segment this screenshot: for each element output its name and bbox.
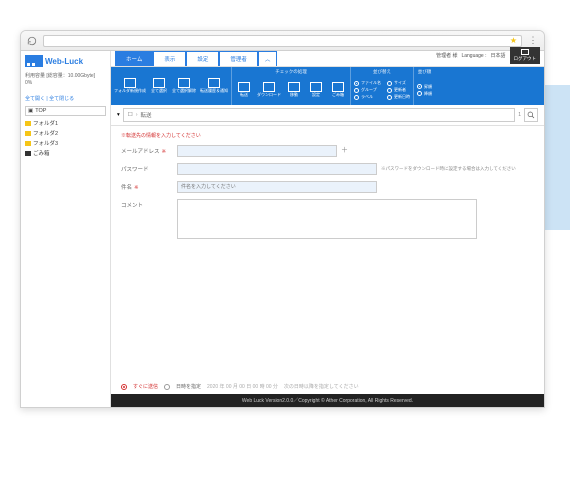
download-icon — [263, 82, 275, 92]
history-button[interactable]: 転送履歴＆通知 — [200, 78, 228, 93]
main-panel: ホーム 表示 設定 管理者 ︿ 管理者 様 Language : 日本語 ログア… — [111, 51, 544, 407]
home-icon: ☐ — [128, 112, 133, 118]
ribbon-toolbar: フォルダ新規作成 全て選択 全て選択解除 転送履歴＆通知 チェックの処理 転送 … — [111, 67, 544, 105]
select-all-button[interactable]: 全て選択 — [150, 78, 168, 93]
order-desc[interactable]: 降順 — [417, 91, 432, 97]
transfer-form: ※転送先の情報を入力してください メールアドレス※ ＋ パスワード ※パスワード… — [111, 126, 544, 379]
transfer-icon — [238, 82, 250, 92]
trash-icon — [332, 82, 344, 92]
select-all-icon — [153, 78, 165, 88]
folder-icon — [25, 121, 31, 126]
browser-window: ★ ⋮ Web-Luck 利用容量 [総容量：10.00Gbyte] 0% 全て… — [20, 30, 545, 408]
top-bar: ホーム 表示 設定 管理者 ︿ 管理者 様 Language : 日本語 ログア… — [111, 51, 544, 67]
sort-updater[interactable]: 更新者 — [387, 87, 410, 93]
config-button[interactable]: 設定 — [307, 82, 325, 97]
send-now-radio[interactable] — [121, 384, 127, 390]
logout-button[interactable]: ログアウト — [510, 47, 541, 64]
order-asc[interactable]: 昇順 — [417, 84, 432, 90]
logo: Web-Luck — [25, 55, 106, 67]
deselect-all-button[interactable]: 全て選択解除 — [172, 78, 196, 93]
user-label: 管理者 様 — [436, 52, 457, 59]
comment-textarea[interactable] — [177, 199, 477, 239]
password-input[interactable] — [177, 163, 377, 175]
tab-home[interactable]: ホーム — [115, 51, 153, 66]
move-icon — [288, 82, 300, 92]
tree-root[interactable]: ▣ TOP — [25, 106, 106, 116]
logout-icon — [521, 49, 529, 55]
sort-size[interactable]: サイズ — [387, 80, 410, 86]
logo-icon — [25, 55, 43, 67]
folder-plus-icon — [124, 78, 136, 88]
add-email-button[interactable]: ＋ — [341, 145, 348, 155]
tab-settings[interactable]: 設定 — [186, 51, 219, 66]
bookmark-star-icon[interactable]: ★ — [510, 36, 517, 45]
schedule-row: すぐに送信 日時を指定 2020 年 00 月 00 日 00 時 00 分 次… — [111, 379, 544, 394]
page-indicator: 1 — [518, 112, 521, 118]
email-input[interactable] — [177, 145, 337, 157]
history-icon — [208, 78, 220, 88]
schedule-note: 次の日時以降を指定してください — [284, 383, 359, 390]
new-folder-button[interactable]: フォルダ新規作成 — [114, 78, 146, 93]
tab-collapse[interactable]: ︿ — [258, 51, 278, 66]
form-note: ※転送先の情報を入力してください — [121, 132, 534, 139]
language-label: Language : — [461, 53, 486, 59]
storage-status: 利用容量 [総容量：10.00Gbyte] 0% — [25, 73, 106, 87]
sort-filename[interactable]: ファイル名 — [354, 80, 381, 86]
language-value[interactable]: 日本語 — [490, 52, 505, 59]
folder-icon — [25, 131, 31, 136]
sort-updated[interactable]: 更新日時 — [387, 94, 410, 100]
main-tabs: ホーム 表示 設定 管理者 ︿ — [115, 51, 277, 66]
download-button[interactable]: ダウンロード — [257, 82, 281, 97]
gear-icon — [310, 82, 322, 92]
deselect-icon — [178, 78, 190, 88]
search-button[interactable] — [524, 108, 538, 122]
sort-group[interactable]: グループ — [354, 87, 381, 93]
url-input[interactable]: ★ — [43, 35, 522, 47]
breadcrumb-bar: ▾ ☐ › 転送 1 — [111, 105, 544, 126]
folder-icon — [25, 141, 31, 146]
trash-icon — [25, 151, 31, 156]
tree-item[interactable]: フォルダ2 — [25, 128, 106, 138]
tree-expand-controls[interactable]: 全て開く | 全て閉じる — [25, 95, 106, 102]
send-later-radio[interactable] — [164, 384, 170, 390]
trash-button[interactable]: ごみ箱 — [329, 82, 347, 97]
password-hint: ※パスワードをダウンロード時に設定する場合は入力してください — [381, 166, 516, 171]
reload-icon[interactable] — [27, 36, 37, 46]
sidebar: Web-Luck 利用容量 [総容量：10.00Gbyte] 0% 全て開く |… — [21, 51, 111, 407]
tab-admin[interactable]: 管理者 — [219, 51, 258, 66]
browser-menu-icon[interactable]: ⋮ — [528, 36, 538, 45]
transfer-button[interactable]: 転送 — [235, 82, 253, 97]
tab-view[interactable]: 表示 — [153, 51, 186, 66]
tree-item-trash[interactable]: ごみ箱 — [25, 148, 106, 158]
schedule-datetime[interactable]: 2020 年 00 月 00 日 00 時 00 分 — [207, 383, 278, 390]
move-button[interactable]: 移動 — [285, 82, 303, 97]
subject-input[interactable] — [177, 181, 377, 193]
folder-tree: ▣ TOP フォルダ1 フォルダ2 フォルダ3 ごみ箱 — [25, 106, 106, 158]
back-icon[interactable]: ▾ — [117, 112, 120, 118]
sort-label[interactable]: ラベル — [354, 94, 381, 100]
tree-item[interactable]: フォルダ3 — [25, 138, 106, 148]
logo-text: Web-Luck — [45, 57, 83, 66]
breadcrumb[interactable]: ☐ › 転送 — [123, 108, 515, 122]
search-icon — [527, 111, 535, 119]
footer: Web Luck Version2.0.0／Copyright © Ather … — [111, 394, 544, 407]
tree-item[interactable]: フォルダ1 — [25, 118, 106, 128]
